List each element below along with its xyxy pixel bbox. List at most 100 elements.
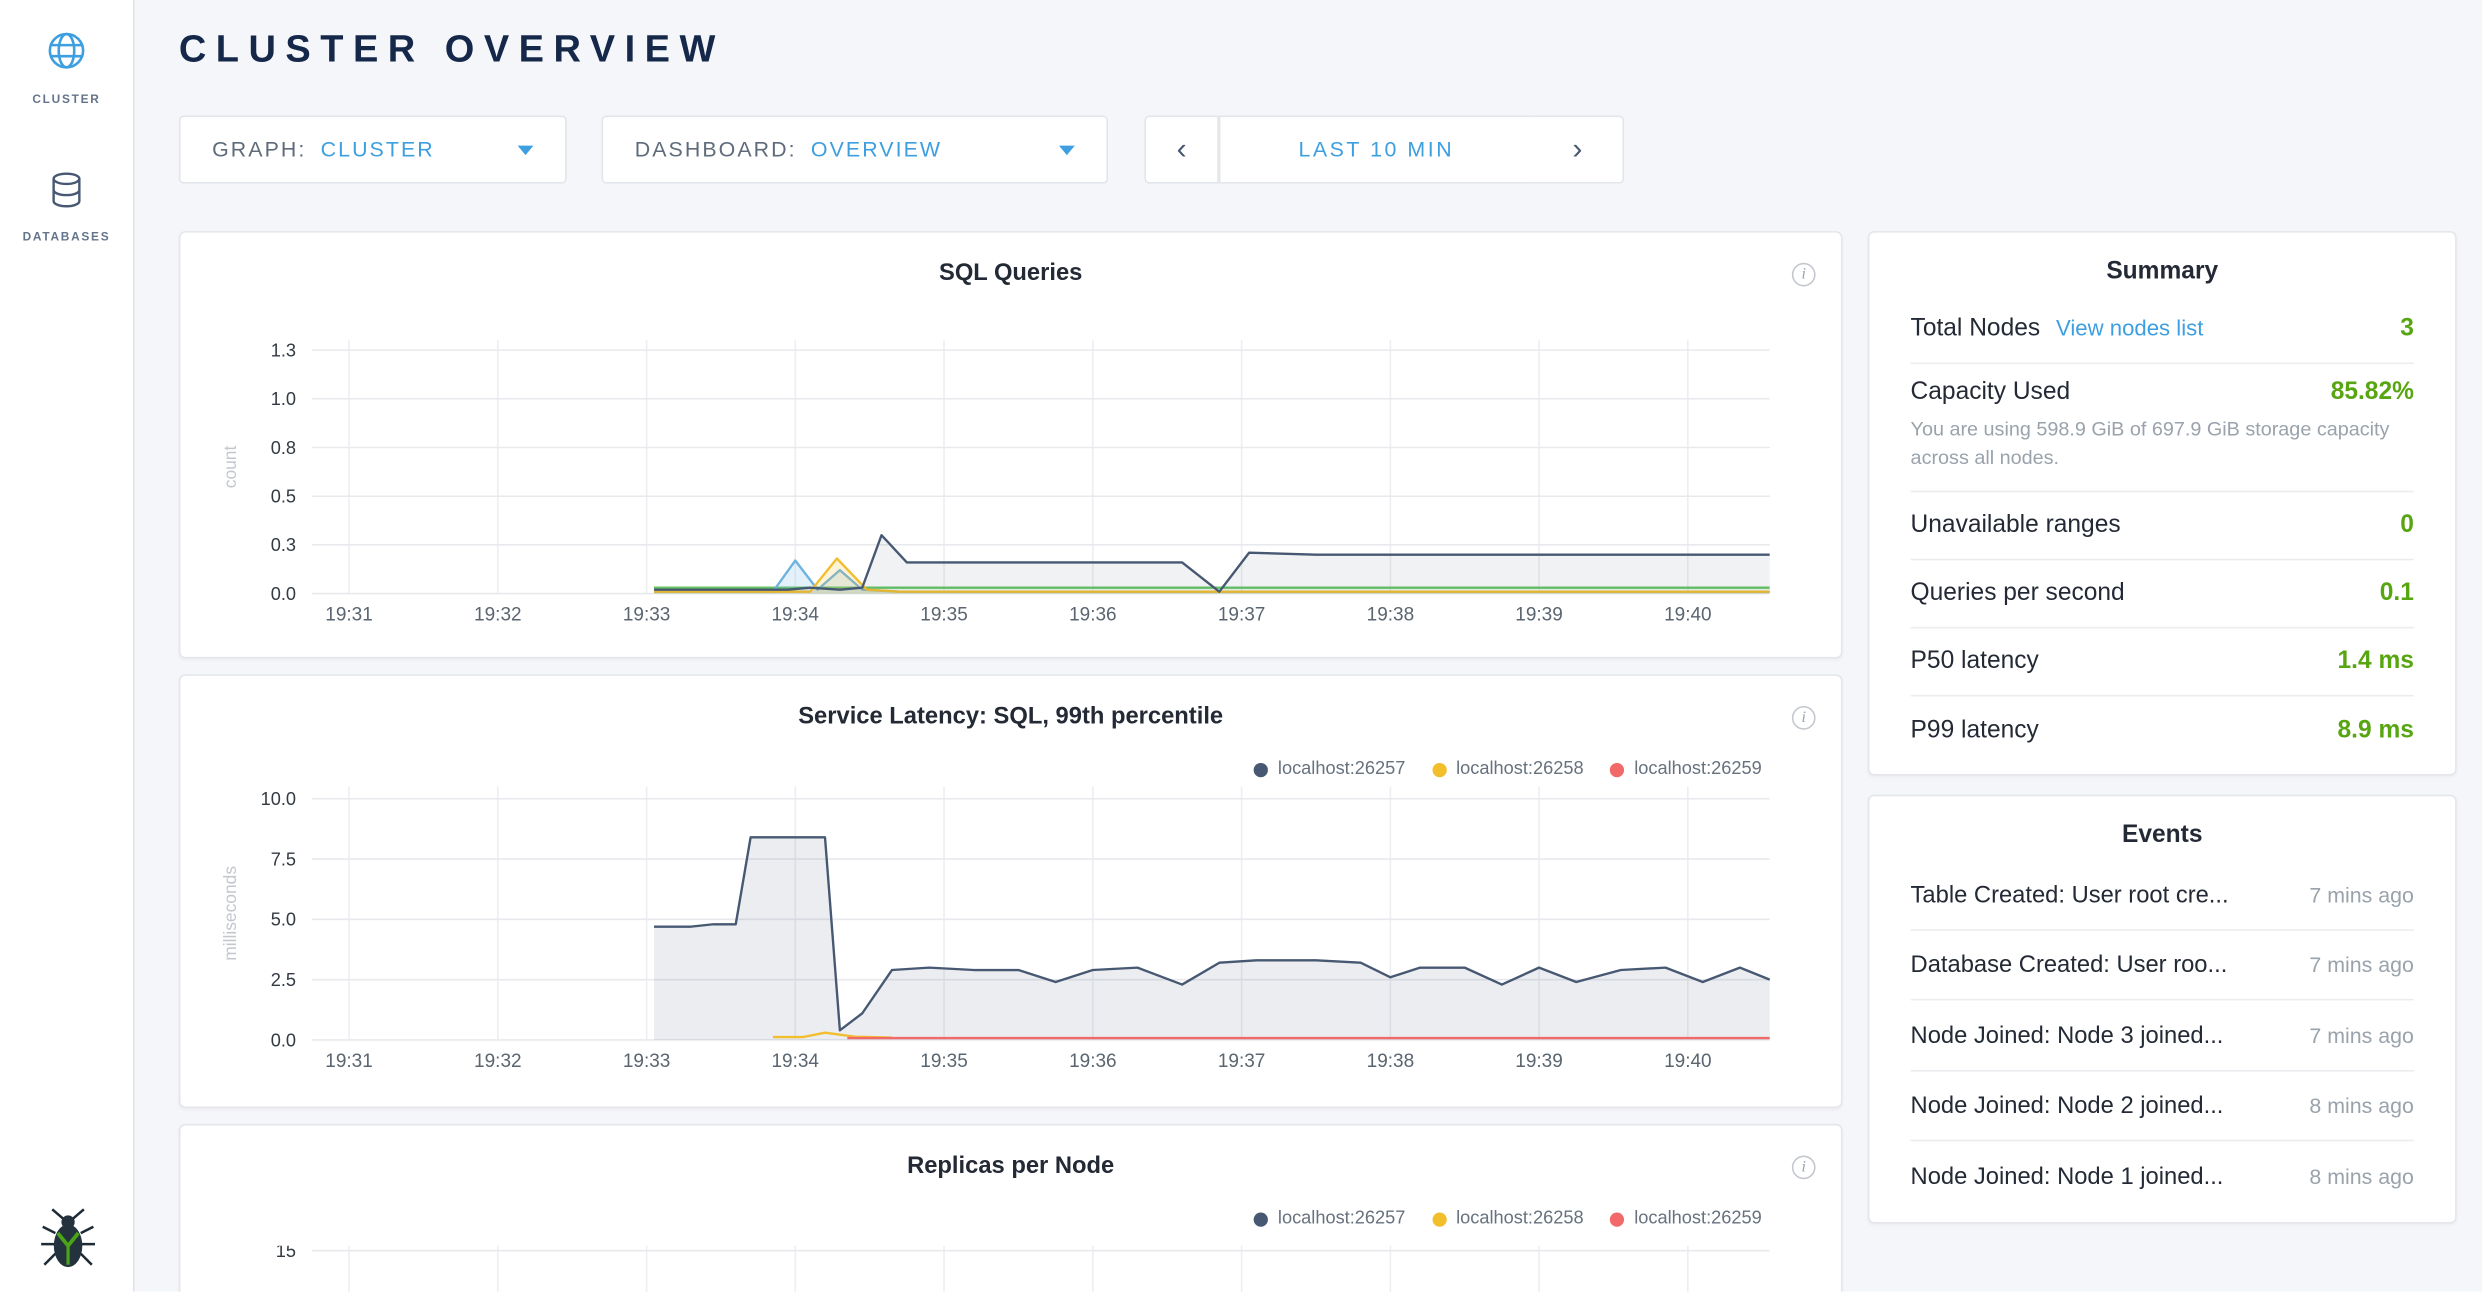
time-next-button[interactable]: › bbox=[1532, 116, 1624, 184]
x-axis-tick-label: 19:36 bbox=[1069, 604, 1117, 625]
summary-value: 0 bbox=[2400, 512, 2414, 540]
y-axis-tick-label: 0.3 bbox=[271, 535, 296, 555]
x-axis-tick-label: 19:35 bbox=[920, 1051, 968, 1072]
event-text: Node Joined: Node 1 joined... bbox=[1911, 1163, 2224, 1190]
view-nodes-link[interactable]: View nodes list bbox=[2056, 315, 2203, 340]
graph-dropdown-label: GRAPH: bbox=[212, 138, 306, 162]
x-axis-tick-label: 19:33 bbox=[623, 1051, 671, 1072]
y-axis-title: count bbox=[220, 446, 240, 489]
y-axis-tick-label: 1.0 bbox=[271, 389, 296, 409]
legend-item[interactable]: localhost:26258 bbox=[1432, 760, 1583, 779]
events-title: Events bbox=[1911, 797, 2414, 860]
summary-label-text: Queries per second bbox=[1911, 580, 2125, 608]
time-range-value[interactable]: LAST 10 MIN bbox=[1219, 116, 1532, 184]
x-axis-tick-label: 19:34 bbox=[771, 1051, 819, 1072]
graph-dropdown[interactable]: GRAPH: CLUSTER bbox=[179, 116, 567, 184]
event-row: Node Joined: Node 3 joined... 7 mins ago bbox=[1911, 1001, 2414, 1071]
info-icon[interactable]: i bbox=[1792, 706, 1816, 730]
right-column: Summary Total Nodes View nodes list 3 Ca… bbox=[1868, 231, 2457, 1242]
y-axis-tick-label: 0.8 bbox=[271, 438, 296, 458]
summary-label-text: Total Nodes bbox=[1911, 315, 2041, 343]
time-prev-button[interactable]: ‹ bbox=[1144, 116, 1218, 184]
page-title: CLUSTER OVERVIEW bbox=[179, 28, 725, 72]
legend-dot-icon bbox=[1254, 1212, 1268, 1226]
dashboard-dropdown-value: OVERVIEW bbox=[811, 138, 942, 162]
replicas-per-node-chart: 19:3119:3219:3319:3419:3519:3619:3719:38… bbox=[180, 1246, 1840, 1292]
legend-label: localhost:26259 bbox=[1634, 1209, 1762, 1228]
y-axis-tick-label: 5.0 bbox=[271, 910, 296, 930]
legend-dot-icon bbox=[1611, 762, 1625, 776]
charts-column: SQL Queries i 19:3119:3219:3319:3419:351… bbox=[179, 231, 1843, 1292]
x-axis-tick-label: 19:37 bbox=[1218, 604, 1266, 625]
sql-queries-card: SQL Queries i 19:3119:3219:3319:3419:351… bbox=[179, 231, 1843, 658]
y-axis-tick-label: 1.3 bbox=[271, 340, 296, 360]
summary-row-p50: P50 latency 1.4 ms bbox=[1911, 629, 2414, 697]
y-axis-title: milliseconds bbox=[220, 866, 240, 961]
legend-label: localhost:26258 bbox=[1456, 760, 1584, 779]
sidebar-item-cluster[interactable]: CLUSTER bbox=[0, 0, 133, 106]
x-axis-tick-label: 19:38 bbox=[1367, 1051, 1415, 1072]
cockroach-logo[interactable] bbox=[0, 1206, 135, 1276]
sidebar-item-databases[interactable]: DATABASES bbox=[0, 106, 133, 244]
event-text: Table Created: User root cre... bbox=[1911, 881, 2229, 908]
legend-label: localhost:26258 bbox=[1456, 1209, 1584, 1228]
series-area bbox=[654, 837, 1770, 1040]
summary-value: 3 bbox=[2400, 315, 2414, 343]
event-time: 7 mins ago bbox=[2309, 1023, 2414, 1047]
summary-row-total-nodes: Total Nodes View nodes list 3 bbox=[1911, 296, 2414, 364]
legend-item[interactable]: localhost:26257 bbox=[1254, 760, 1405, 779]
chart-legend: localhost:26257 localhost:26258 localhost:… bbox=[1254, 760, 1762, 779]
chevron-down-icon bbox=[518, 145, 534, 154]
legend-item[interactable]: localhost:26257 bbox=[1254, 1209, 1405, 1228]
x-axis-tick-label: 19:39 bbox=[1515, 1051, 1563, 1072]
x-axis-tick-label: 19:33 bbox=[623, 604, 671, 625]
event-text: Node Joined: Node 3 joined... bbox=[1911, 1022, 2224, 1049]
x-axis-tick-label: 19:36 bbox=[1069, 1051, 1117, 1072]
legend-item[interactable]: localhost:26258 bbox=[1432, 1209, 1583, 1228]
event-time: 7 mins ago bbox=[2309, 953, 2414, 977]
legend-item[interactable]: localhost:26259 bbox=[1611, 760, 1762, 779]
sql-queries-chart: 19:3119:3219:3319:3419:3519:3619:3719:38… bbox=[180, 315, 1840, 632]
x-axis-tick-label: 19:39 bbox=[1515, 604, 1563, 625]
legend-item[interactable]: localhost:26259 bbox=[1611, 1209, 1762, 1228]
x-axis-tick-label: 19:34 bbox=[771, 604, 819, 625]
legend-dot-icon bbox=[1254, 762, 1268, 776]
summary-row-unavailable-ranges: Unavailable ranges 0 bbox=[1911, 493, 2414, 561]
legend-label: localhost:26259 bbox=[1634, 760, 1762, 779]
summary-row-qps: Queries per second 0.1 bbox=[1911, 561, 2414, 629]
info-icon[interactable]: i bbox=[1792, 263, 1816, 287]
event-time: 8 mins ago bbox=[2309, 1094, 2414, 1118]
summary-title: Summary bbox=[1911, 233, 2414, 296]
event-text: Node Joined: Node 2 joined... bbox=[1911, 1092, 2224, 1119]
legend-dot-icon bbox=[1611, 1212, 1625, 1226]
globe-icon bbox=[44, 28, 88, 80]
x-axis-tick-label: 19:38 bbox=[1367, 604, 1415, 625]
summary-label-text: P99 latency bbox=[1911, 717, 2039, 745]
service-latency-chart: 19:3119:3219:3319:3419:3519:3619:3719:38… bbox=[180, 784, 1840, 1093]
chevron-down-icon bbox=[1059, 145, 1075, 154]
event-row: Node Joined: Node 1 joined... 8 mins ago bbox=[1911, 1142, 2414, 1212]
y-axis-tick-label: 0.0 bbox=[271, 1030, 296, 1050]
info-icon[interactable]: i bbox=[1792, 1156, 1816, 1180]
summary-label-text: Capacity Used bbox=[1911, 378, 2071, 406]
legend-label: localhost:26257 bbox=[1278, 1209, 1406, 1228]
dashboard-dropdown[interactable]: DASHBOARD: OVERVIEW bbox=[602, 116, 1109, 184]
chart-title: Service Latency: SQL, 99th percentile bbox=[180, 676, 1840, 730]
sidebar-item-label: DATABASES bbox=[23, 230, 111, 244]
chart-title: Replicas per Node bbox=[180, 1125, 1840, 1179]
replicas-per-node-card: Replicas per Node i localhost:26257local… bbox=[179, 1124, 1843, 1292]
summary-row-p99: P99 latency 8.9 ms bbox=[1911, 697, 2414, 765]
x-axis-tick-label: 19:35 bbox=[920, 604, 968, 625]
summary-label-text: Unavailable ranges bbox=[1911, 512, 2121, 540]
capacity-note: You are using 598.9 GiB of 697.9 GiB sto… bbox=[1911, 415, 2414, 472]
x-axis-tick-label: 19:40 bbox=[1664, 1051, 1712, 1072]
chart-legend: localhost:26257 localhost:26258 localhost:… bbox=[1254, 1209, 1762, 1228]
summary-value: 85.82% bbox=[2331, 378, 2414, 406]
app: CLUSTER DATABASES bbox=[0, 0, 2482, 1292]
service-latency-card: Service Latency: SQL, 99th percentile i … bbox=[179, 674, 1843, 1108]
y-axis-tick-label: 0.5 bbox=[271, 487, 296, 507]
event-row: Database Created: User roo... 7 mins ago bbox=[1911, 930, 2414, 1000]
event-text: Database Created: User roo... bbox=[1911, 951, 2228, 978]
x-axis-tick-label: 19:32 bbox=[474, 604, 522, 625]
summary-label-text: P50 latency bbox=[1911, 648, 2039, 676]
